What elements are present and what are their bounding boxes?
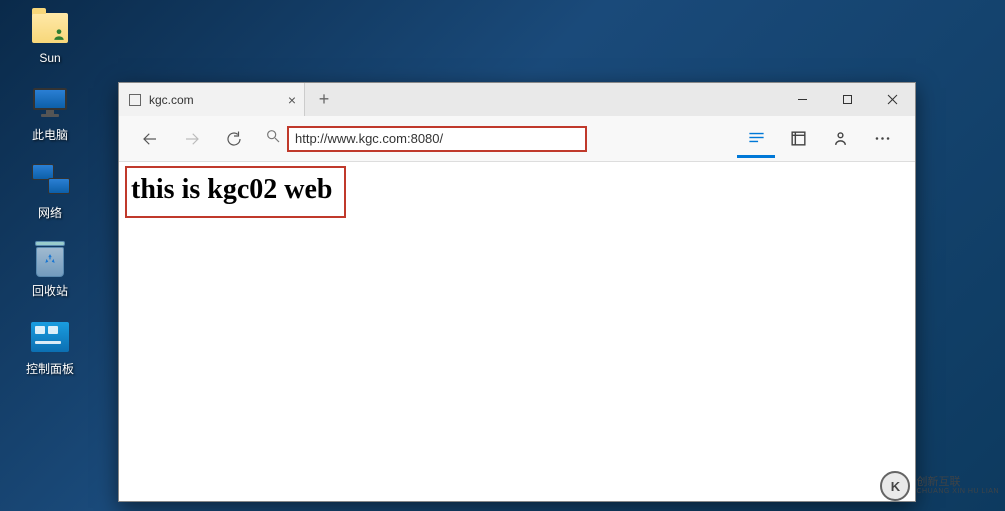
tab-bar: kgc.com × +: [119, 83, 915, 116]
maximize-button[interactable]: [825, 83, 870, 116]
control-panel-icon: [30, 317, 70, 357]
recycle-bin-icon: [30, 239, 70, 279]
forward-button[interactable]: [175, 122, 209, 156]
page-content: this is kgc02 web: [119, 162, 915, 501]
address-bar-highlight: [287, 126, 587, 152]
search-icon: [265, 128, 281, 149]
desktop-icons: Sun 此电脑 网络 回收站 控制面板: [0, 0, 100, 377]
desktop-item-label: Sun: [39, 51, 60, 65]
network-icon: [30, 161, 70, 201]
desktop-control-panel[interactable]: 控制面板: [15, 317, 85, 377]
browser-window: kgc.com × +: [118, 82, 916, 502]
browser-tab[interactable]: kgc.com ×: [119, 83, 305, 116]
desktop-item-label: 回收站: [32, 282, 68, 299]
window-controls: [780, 83, 915, 116]
minimize-button[interactable]: [780, 83, 825, 116]
watermark-text: 创新互联 CHUANG XIN HU LIAN: [916, 476, 999, 497]
share-button[interactable]: [821, 120, 859, 158]
watermark: K 创新互联 CHUANG XIN HU LIAN: [880, 471, 999, 501]
new-tab-button[interactable]: +: [305, 83, 343, 116]
refresh-button[interactable]: [217, 122, 251, 156]
nav-bar: [119, 116, 915, 162]
close-button[interactable]: [870, 83, 915, 116]
watermark-logo-icon: K: [880, 471, 910, 501]
desktop-item-label: 此电脑: [32, 126, 68, 143]
address-bar-input[interactable]: [295, 131, 579, 146]
page-icon: [129, 94, 141, 106]
more-button[interactable]: [863, 120, 901, 158]
tab-title: kgc.com: [149, 93, 280, 107]
toolbar-right: [737, 120, 901, 158]
content-highlight: this is kgc02 web: [125, 166, 346, 218]
back-button[interactable]: [133, 122, 167, 156]
address-bar-zone: [265, 126, 723, 152]
desktop-network[interactable]: 网络: [15, 161, 85, 221]
desktop-recycle-bin[interactable]: 回收站: [15, 239, 85, 299]
desktop-item-label: 控制面板: [26, 360, 74, 377]
desktop-this-pc[interactable]: 此电脑: [15, 83, 85, 143]
folder-user-icon: [30, 8, 70, 48]
reading-view-button[interactable]: [737, 120, 775, 158]
desktop-folder-sun[interactable]: Sun: [15, 8, 85, 65]
desktop-item-label: 网络: [38, 204, 62, 221]
close-tab-icon[interactable]: ×: [288, 93, 296, 107]
computer-icon: [30, 83, 70, 123]
page-heading: this is kgc02 web: [131, 174, 332, 205]
note-button[interactable]: [779, 120, 817, 158]
